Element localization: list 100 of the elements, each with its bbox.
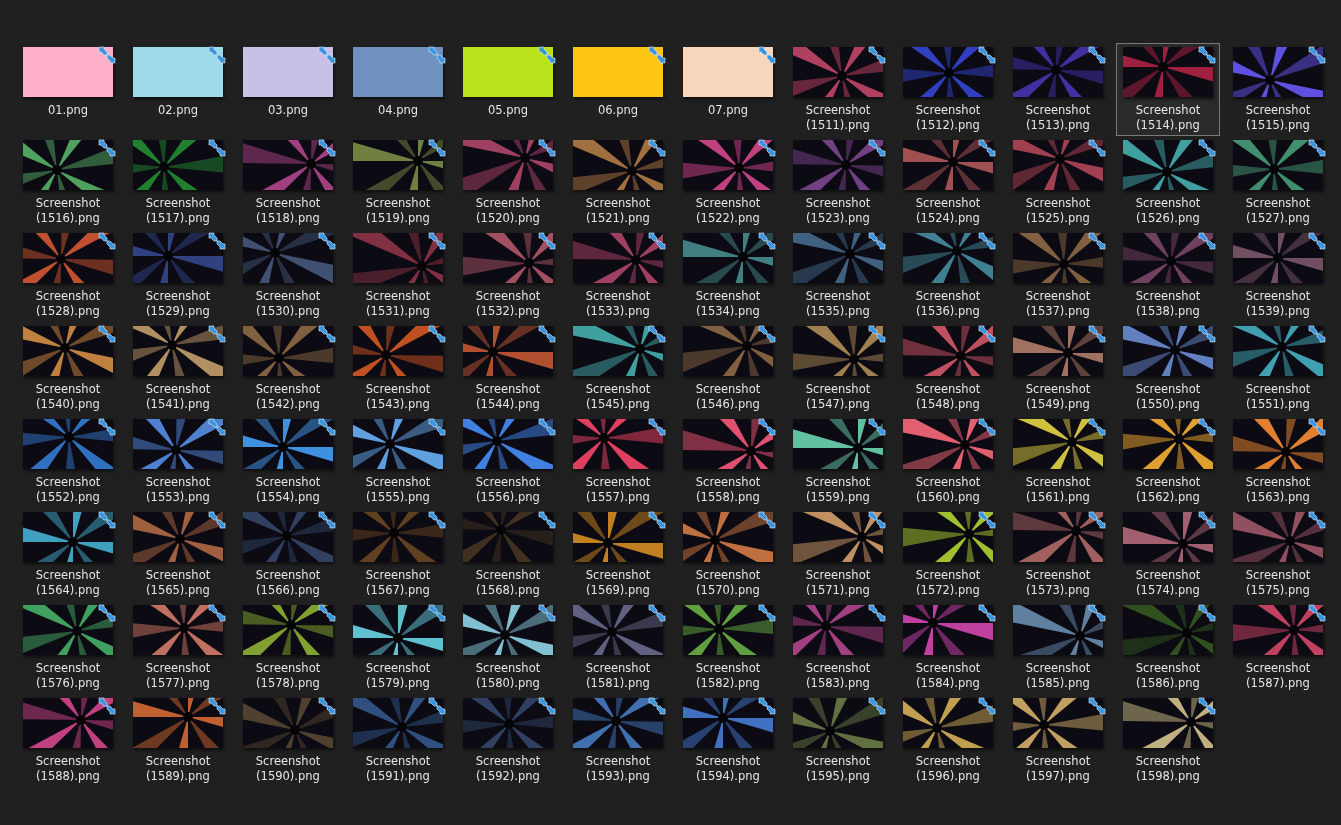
inward-arrows-icon [428, 604, 446, 622]
file-name: Screenshot (1584).png [914, 661, 982, 691]
inward-arrows-icon [758, 697, 776, 715]
inward-arrows-icon [1198, 604, 1216, 622]
inward-arrows-icon [648, 46, 666, 64]
file-item[interactable]: 05.png [456, 43, 560, 136]
inward-arrows-icon [978, 46, 996, 64]
file-name: Screenshot (1555).png [364, 475, 432, 505]
inward-arrows-icon [978, 418, 996, 436]
inward-arrows-icon [758, 139, 776, 157]
file-name: Screenshot (1553).png [144, 475, 212, 505]
file-name: Screenshot (1596).png [914, 754, 982, 784]
file-item[interactable]: 03.png [236, 43, 340, 136]
file-name: Screenshot (1552).png [34, 475, 102, 505]
file-name: Screenshot (1566).png [254, 568, 322, 598]
inward-arrows-icon [318, 139, 336, 157]
inward-arrows-icon [428, 139, 446, 157]
file-name: Screenshot (1569).png [584, 568, 652, 598]
file-name: Screenshot (1575).png [1244, 568, 1312, 598]
inward-arrows-icon [428, 232, 446, 250]
inward-arrows-icon [538, 46, 556, 64]
inward-arrows-icon [1308, 46, 1326, 64]
file-name: Screenshot (1587).png [1244, 661, 1312, 691]
file-name: Screenshot (1571).png [804, 568, 872, 598]
file-name: Screenshot (1544).png [474, 382, 542, 412]
file-name: Screenshot (1579).png [364, 661, 432, 691]
file-name: Screenshot (1554).png [254, 475, 322, 505]
inward-arrows-icon [648, 139, 666, 157]
file-name: Screenshot (1527).png [1244, 196, 1312, 226]
file-name: Screenshot (1545).png [584, 382, 652, 412]
file-name: Screenshot (1533).png [584, 289, 652, 319]
file-name: Screenshot (1514).png [1134, 103, 1202, 133]
inward-arrows-icon [208, 46, 226, 64]
file-name: Screenshot (1518).png [254, 196, 322, 226]
file-name: Screenshot (1536).png [914, 289, 982, 319]
inward-arrows-icon [868, 325, 886, 343]
inward-arrows-icon [758, 418, 776, 436]
inward-arrows-icon [318, 232, 336, 250]
inward-arrows-icon [538, 325, 556, 343]
inward-arrows-icon [1198, 511, 1216, 529]
inward-arrows-icon [1198, 418, 1216, 436]
inward-arrows-icon [1308, 604, 1326, 622]
file-name: 01.png [46, 103, 90, 118]
file-item[interactable]: Screenshot (1514).png [1116, 43, 1220, 136]
file-name: Screenshot (1530).png [254, 289, 322, 319]
file-name: Screenshot (1572).png [914, 568, 982, 598]
inward-arrows-icon [648, 232, 666, 250]
file-name: 05.png [486, 103, 530, 118]
file-item[interactable]: 04.png [346, 43, 450, 136]
file-item[interactable]: 06.png [566, 43, 670, 136]
inward-arrows-icon [1088, 418, 1106, 436]
file-name: Screenshot (1589).png [144, 754, 212, 784]
inward-arrows-icon [868, 604, 886, 622]
inward-arrows-icon [868, 418, 886, 436]
file-name: Screenshot (1558).png [694, 475, 762, 505]
file-name: Screenshot (1523).png [804, 196, 872, 226]
inward-arrows-icon [538, 604, 556, 622]
file-item[interactable]: 07.png [676, 43, 780, 136]
file-name: Screenshot (1550).png [1134, 382, 1202, 412]
file-name: Screenshot (1595).png [804, 754, 872, 784]
file-name: Screenshot (1594).png [694, 754, 762, 784]
file-name: Screenshot (1567).png [364, 568, 432, 598]
inward-arrows-icon [1088, 511, 1106, 529]
inward-arrows-icon [758, 604, 776, 622]
inward-arrows-icon [1198, 325, 1216, 343]
inward-arrows-icon [758, 232, 776, 250]
inward-arrows-icon [1088, 604, 1106, 622]
file-name: Screenshot (1559).png [804, 475, 872, 505]
file-item[interactable]: 02.png [126, 43, 230, 136]
file-name: Screenshot (1581).png [584, 661, 652, 691]
inward-arrows-icon [318, 604, 336, 622]
inward-arrows-icon [648, 604, 666, 622]
file-name: Screenshot (1574).png [1134, 568, 1202, 598]
inward-arrows-icon [1088, 232, 1106, 250]
inward-arrows-icon [1088, 139, 1106, 157]
file-item[interactable]: 01.png [16, 43, 120, 136]
inward-arrows-icon [318, 511, 336, 529]
file-item[interactable]: Screenshot (1598).png [1116, 694, 1220, 787]
file-name: Screenshot (1519).png [364, 196, 432, 226]
file-name: Screenshot (1548).png [914, 382, 982, 412]
inward-arrows-icon [208, 697, 226, 715]
file-name: Screenshot (1532).png [474, 289, 542, 319]
file-name: Screenshot (1524).png [914, 196, 982, 226]
inward-arrows-icon [318, 325, 336, 343]
file-name: 07.png [706, 103, 750, 118]
file-name: Screenshot (1593).png [584, 754, 652, 784]
inward-arrows-icon [1308, 325, 1326, 343]
file-name: Screenshot (1573).png [1024, 568, 1092, 598]
file-name: Screenshot (1588).png [34, 754, 102, 784]
inward-arrows-icon [978, 697, 996, 715]
file-name: 06.png [596, 103, 640, 118]
file-name: Screenshot (1568).png [474, 568, 542, 598]
inward-arrows-icon [1308, 139, 1326, 157]
file-name: Screenshot (1531).png [364, 289, 432, 319]
inward-arrows-icon [1198, 697, 1216, 715]
file-name: Screenshot (1561).png [1024, 475, 1092, 505]
inward-arrows-icon [648, 511, 666, 529]
file-name: Screenshot (1521).png [584, 196, 652, 226]
inward-arrows-icon [318, 418, 336, 436]
inward-arrows-icon [1198, 46, 1216, 64]
